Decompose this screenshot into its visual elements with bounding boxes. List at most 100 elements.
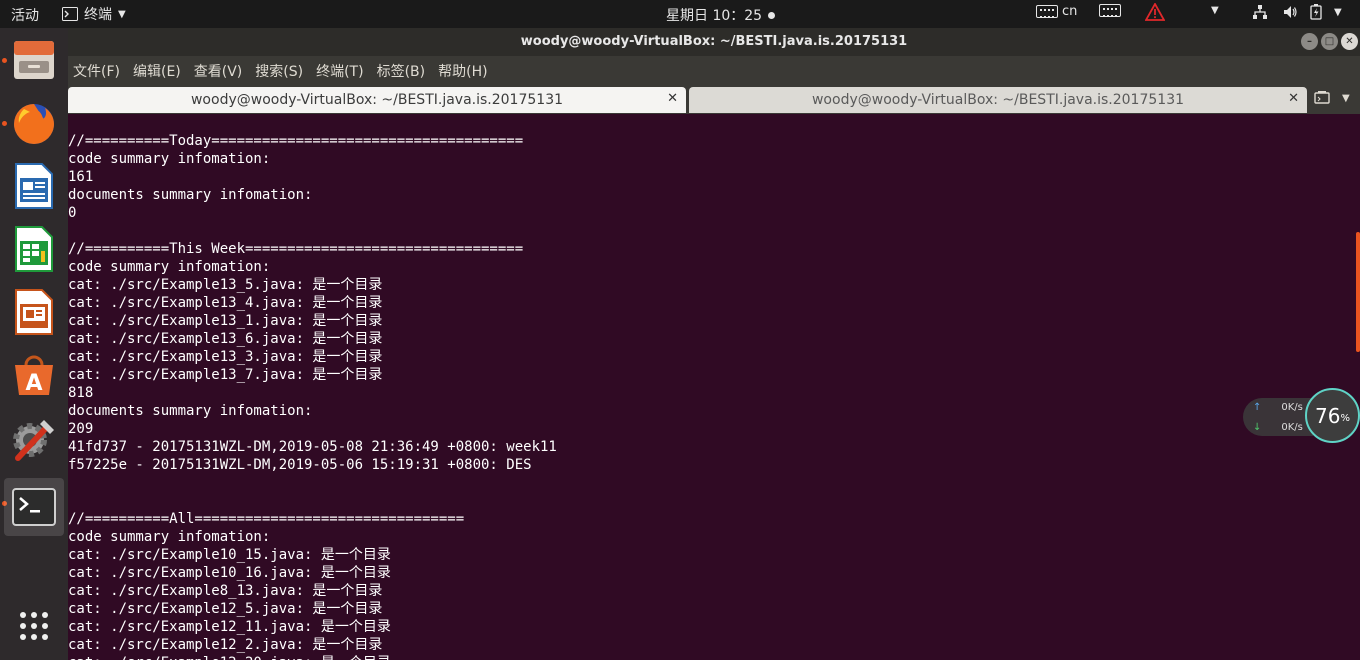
tray-menu-button[interactable]: ▼ bbox=[1211, 5, 1219, 16]
tab-close-icon[interactable]: ✕ bbox=[667, 91, 678, 106]
menu-file[interactable]: 文件(F) bbox=[73, 61, 120, 81]
input-method-indicator[interactable]: cn bbox=[1036, 4, 1077, 19]
chevron-down-icon: ▼ bbox=[118, 8, 126, 20]
memory-usage-gauge: 76 % bbox=[1305, 388, 1360, 443]
files-icon bbox=[14, 41, 54, 79]
app-menu-label: 终端 bbox=[84, 7, 112, 23]
window-title: woody@woody-VirtualBox: ~/BESTI.java.is.… bbox=[520, 34, 908, 49]
menu-tabs[interactable]: 标签(B) bbox=[377, 61, 426, 81]
terminal-line: //==========This Week===================… bbox=[68, 241, 524, 257]
chevron-down-icon: ▼ bbox=[1211, 5, 1219, 16]
settings-icon bbox=[13, 420, 54, 461]
menu-help[interactable]: 帮助(H) bbox=[438, 61, 487, 81]
terminal-line: cat: ./src/Example13_5.java: 是一个目录 bbox=[68, 277, 383, 293]
upload-arrow-icon: ↑ bbox=[1253, 402, 1262, 413]
terminal-line: 0 bbox=[68, 205, 77, 221]
menu-edit[interactable]: 编辑(E) bbox=[133, 61, 181, 81]
terminal-line: cat: ./src/Example8_13.java: 是一个目录 bbox=[68, 583, 383, 599]
firefox-icon bbox=[14, 104, 54, 144]
download-arrow-icon: ↓ bbox=[1253, 422, 1262, 433]
impress-icon bbox=[15, 289, 53, 335]
terminal-line: code summary infomation: bbox=[68, 529, 271, 545]
scrollbar-indicator[interactable] bbox=[1356, 232, 1360, 352]
app-menu[interactable]: 终端 ▼ bbox=[62, 4, 126, 24]
terminal-line: cat: ./src/Example10_16.java: 是一个目录 bbox=[68, 565, 391, 581]
warning-icon bbox=[1145, 3, 1165, 21]
terminal-line: cat: ./src/Example13_4.java: 是一个目录 bbox=[68, 295, 383, 311]
terminal-line: cat: ./src/Example10_15.java: 是一个目录 bbox=[68, 547, 391, 563]
clock[interactable]: 星期日 10：25 bbox=[666, 5, 776, 25]
software-icon: A bbox=[15, 355, 53, 396]
minimize-icon: – bbox=[1307, 36, 1312, 47]
terminal-line: 209 bbox=[68, 421, 94, 437]
window-titlebar[interactable]: woody@woody-VirtualBox: ~/BESTI.java.is.… bbox=[68, 28, 1360, 56]
tab-terminal-1[interactable]: woody@woody-VirtualBox: ~/BESTI.java.is.… bbox=[68, 87, 686, 113]
dock-item-settings[interactable] bbox=[4, 408, 64, 468]
terminal-line: cat: ./src/Example13_3.java: 是一个目录 bbox=[68, 349, 383, 365]
dock-item-impress[interactable] bbox=[4, 282, 64, 342]
calc-icon bbox=[15, 226, 53, 272]
warning-indicator[interactable] bbox=[1145, 3, 1165, 21]
dock-item-software[interactable]: A bbox=[4, 345, 64, 405]
terminal-line: //==========Today=======================… bbox=[68, 133, 524, 149]
terminal-line: 818 bbox=[68, 385, 94, 401]
terminal-line: //==========All=========================… bbox=[68, 511, 465, 527]
dock-item-calc[interactable] bbox=[4, 219, 64, 279]
terminal-line: cat: ./src/Example12_2.java: 是一个目录 bbox=[68, 637, 383, 653]
download-speed: 0K/s bbox=[1281, 422, 1303, 433]
dock: A bbox=[0, 28, 68, 660]
volume-icon bbox=[1284, 6, 1297, 18]
dock-item-files[interactable] bbox=[4, 30, 64, 90]
terminal-line: cat: ./src/Example12_11.java: 是一个目录 bbox=[68, 619, 391, 635]
network-icon bbox=[1253, 5, 1267, 19]
keyboard-icon bbox=[1036, 5, 1058, 18]
new-tab-icon[interactable] bbox=[1314, 90, 1330, 106]
terminal-line: 161 bbox=[68, 169, 94, 185]
terminal-line: cat: ./src/Example13_1.java: 是一个目录 bbox=[68, 313, 383, 329]
system-status-menu[interactable]: ▼ bbox=[1252, 4, 1342, 20]
show-applications-button[interactable] bbox=[4, 596, 64, 656]
close-window-button[interactable]: ✕ bbox=[1341, 33, 1358, 50]
dock-item-writer[interactable] bbox=[4, 156, 64, 216]
maximize-icon: □ bbox=[1324, 36, 1335, 47]
maximize-button[interactable]: □ bbox=[1321, 33, 1338, 50]
battery-icon bbox=[1310, 4, 1322, 20]
terminal-area[interactable]: //==========Today=======================… bbox=[68, 114, 1360, 660]
menu-terminal[interactable]: 终端(T) bbox=[316, 61, 363, 81]
menu-search[interactable]: 搜索(S) bbox=[255, 61, 303, 81]
keyboard-layout-indicator[interactable] bbox=[1099, 4, 1121, 17]
clock-label: 星期日 10：25 bbox=[666, 8, 763, 24]
terminal-line: documents summary infomation: bbox=[68, 187, 313, 203]
menu-view[interactable]: 查看(V) bbox=[194, 61, 243, 81]
terminal-line: cat: ./src/Example12_5.java: 是一个目录 bbox=[68, 601, 383, 617]
memory-percent-unit: % bbox=[1340, 413, 1350, 424]
writer-icon bbox=[15, 163, 53, 209]
terminal-line: documents summary infomation: bbox=[68, 403, 313, 419]
tab-label: woody@woody-VirtualBox: ~/BESTI.java.is.… bbox=[811, 92, 1185, 108]
tab-terminal-2[interactable]: woody@woody-VirtualBox: ~/BESTI.java.is.… bbox=[689, 87, 1307, 113]
tabs-menu-chevron-icon[interactable]: ▼ bbox=[1342, 93, 1350, 106]
terminal-line: code summary infomation: bbox=[68, 151, 271, 167]
notification-dot-icon bbox=[768, 11, 776, 19]
input-method-label: cn bbox=[1062, 4, 1078, 19]
terminal-line: cat: ./src/Example12_20.java: 是一个目录 bbox=[68, 654, 557, 660]
terminal-line: cat: ./src/Example13_6.java: 是一个目录 bbox=[68, 331, 383, 347]
tab-close-icon[interactable]: ✕ bbox=[1288, 91, 1299, 106]
memory-percent: 76 bbox=[1315, 403, 1341, 428]
terminal-line: cat: ./src/Example13_7.java: 是一个目录 bbox=[68, 367, 383, 383]
dock-item-firefox[interactable] bbox=[4, 93, 64, 153]
dock-item-terminal[interactable] bbox=[4, 478, 64, 536]
activities-button[interactable]: 活动 bbox=[11, 5, 39, 25]
minimize-button[interactable]: – bbox=[1301, 33, 1318, 50]
terminal-app-icon bbox=[62, 7, 78, 21]
terminal-line: code summary infomation: bbox=[68, 259, 271, 275]
net-speed-widget[interactable]: ↑ 0K/s ↓ 0K/s 76 % bbox=[1243, 388, 1360, 446]
tab-label: woody@woody-VirtualBox: ~/BESTI.java.is.… bbox=[190, 92, 564, 108]
terminal-icon bbox=[12, 488, 56, 526]
keyboard-layout-icon bbox=[1099, 4, 1121, 17]
svg-text:A: A bbox=[25, 371, 42, 396]
close-icon: ✕ bbox=[1345, 36, 1354, 47]
